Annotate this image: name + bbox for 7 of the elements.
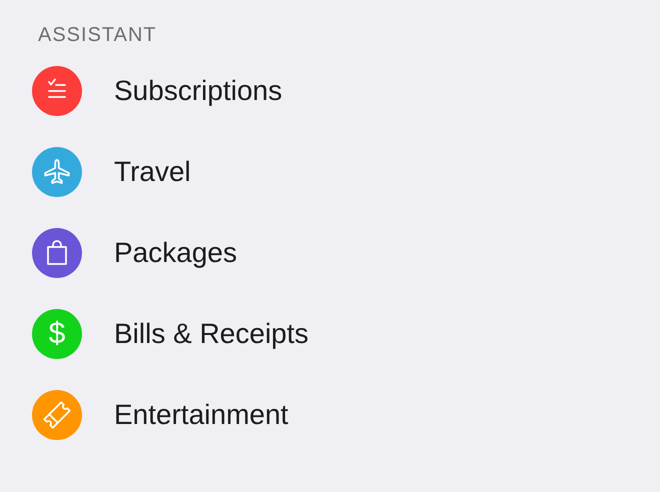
category-item[interactable]: Entertainment [114, 398, 288, 430]
category-item[interactable]: Packages [114, 236, 237, 268]
section-header: ASSISTANT [38, 23, 157, 48]
category-item[interactable]: Subscriptions [114, 74, 282, 106]
category-item[interactable]: Bills & Receipts [114, 318, 309, 350]
dollar-icon: $ [32, 308, 82, 358]
category-item[interactable]: Travel [114, 156, 191, 188]
